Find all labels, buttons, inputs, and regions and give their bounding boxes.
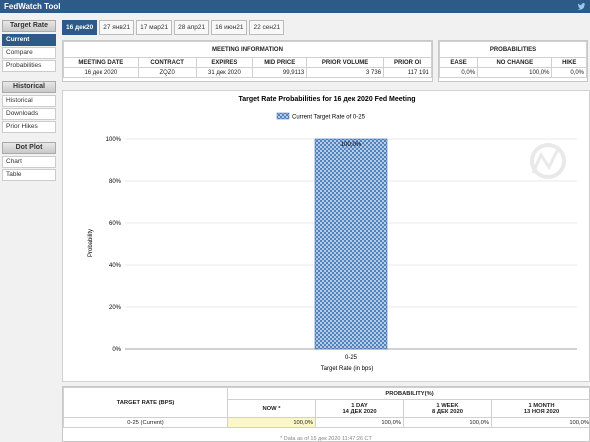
probability-history-panel: TARGET RATE (BPS) PROBABILITY(%) NOW * 1…: [62, 386, 590, 442]
col-prior-oi: PRIOR OI: [383, 57, 432, 68]
cell-contract: ZQZ0: [137, 67, 197, 78]
sidebar: Target Rate Current Compare Probabilitie…: [0, 18, 58, 182]
col-mid-price: MID PRICE: [252, 57, 308, 68]
cell-1-day: 100,0%: [315, 417, 404, 428]
y-tick-label: 60%: [109, 221, 122, 227]
y-tick-label: 40%: [109, 263, 122, 269]
sidebar-item-chart[interactable]: Chart: [2, 156, 56, 168]
meeting-tabs: 16 дек20 27 янв21 17 мар21 28 апр21 16 и…: [62, 20, 286, 35]
x-tick-label: 0-25: [345, 355, 358, 361]
col-1-month: 1 MONTH 13 НОЯ 2020: [491, 399, 590, 418]
meeting-info-panel: MEETING INFORMATION MEETING DATE CONTRAC…: [62, 40, 433, 82]
cell-now: 100,0%: [227, 417, 316, 428]
cell-expires: 31 дек 2020: [195, 67, 254, 78]
probability-header: PROBABILITY(%): [227, 387, 590, 400]
probabilities-panel: PROBABILITIES EASE NO CHANGE HIKE 0,0% 1…: [438, 40, 588, 82]
col-no-change: NO CHANGE: [477, 57, 553, 68]
cell-prior-volume: 3 736: [306, 67, 385, 78]
chart-title: Target Rate Probabilities for 16 дек 202…: [238, 96, 415, 103]
col-ease: EASE: [438, 57, 479, 68]
col-1-week: 1 WEEK 8 ДЕК 2020: [403, 399, 492, 418]
y-axis-label: Probability: [88, 229, 94, 257]
probabilities-table: PROBABILITIES EASE NO CHANGE HIKE 0,0% 1…: [438, 41, 587, 78]
data-footnote: * Data as of 15 дек 2020 11:47:26 CT: [280, 436, 372, 442]
bar[interactable]: [314, 138, 388, 350]
col-1-week-date: 8 ДЕК 2020: [432, 408, 463, 415]
bar-data-label: 100,0%: [341, 142, 362, 148]
cell-hike: 0,0%: [551, 67, 587, 78]
cell-no-change: 100,0%: [477, 67, 553, 78]
twitter-icon[interactable]: [577, 2, 586, 11]
watermark-logo: [530, 143, 566, 179]
tab-meeting-5[interactable]: 16 июн21: [211, 20, 248, 35]
y-tick-label: 20%: [109, 305, 122, 311]
table-row: 0-25 (Current) 100,0% 100,0% 100,0% 100,…: [63, 417, 590, 428]
sidebar-heading-dot-plot: Dot Plot: [2, 142, 56, 154]
title-bar: FedWatch Tool: [0, 0, 590, 13]
col-contract: CONTRACT: [137, 57, 197, 68]
col-target-rate: TARGET RATE (BPS): [63, 387, 228, 418]
sidebar-item-prior-hikes[interactable]: Prior Hikes: [2, 121, 56, 133]
cell-ease: 0,0%: [438, 67, 479, 78]
col-hike: HIKE: [551, 57, 587, 68]
sidebar-item-current[interactable]: Current: [2, 34, 56, 46]
y-tick-label: 100%: [106, 137, 122, 143]
legend-swatch: [276, 112, 290, 120]
sidebar-item-downloads[interactable]: Downloads: [2, 108, 56, 120]
meeting-info-caption: MEETING INFORMATION: [63, 41, 432, 58]
tab-meeting-1[interactable]: 16 дек20: [62, 20, 98, 35]
cell-1-month: 100,0%: [491, 417, 590, 428]
cell-meeting-date: 16 дек 2020: [63, 67, 139, 78]
sidebar-heading-target-rate: Target Rate: [2, 20, 56, 32]
col-now-label: NOW *: [262, 405, 281, 412]
col-prior-volume: PRIOR VOLUME: [306, 57, 385, 68]
sidebar-item-compare[interactable]: Compare: [2, 47, 56, 59]
table-row: 0,0% 100,0% 0,0%: [438, 67, 587, 78]
col-expires: EXPIRES: [195, 57, 254, 68]
meeting-info-table: MEETING INFORMATION MEETING DATE CONTRAC…: [63, 41, 432, 78]
y-tick-label: 80%: [109, 179, 122, 185]
chart-svg: Target Rate Probabilities for 16 дек 202…: [88, 96, 577, 372]
probabilities-caption: PROBABILITIES: [439, 41, 587, 58]
col-meeting-date: MEETING DATE: [63, 57, 139, 68]
legend-label: Current Target Rate of 0-25: [292, 115, 366, 121]
x-axis-label: Target Rate (in bps): [321, 366, 374, 372]
col-1-month-date: 13 НОЯ 2020: [523, 408, 560, 415]
sidebar-item-table[interactable]: Table: [2, 169, 56, 181]
tab-meeting-2[interactable]: 27 янв21: [99, 20, 135, 35]
col-now: NOW *: [227, 399, 316, 418]
cell-target-rate: 0-25 (Current): [63, 417, 228, 428]
cell-mid-price: 99,9113: [252, 67, 308, 78]
probability-history-table: TARGET RATE (BPS) PROBABILITY(%) NOW * 1…: [63, 387, 590, 428]
cell-1-week: 100,0%: [403, 417, 492, 428]
app-title: FedWatch Tool: [4, 2, 61, 11]
y-tick-label: 0%: [112, 347, 121, 353]
col-1-day: 1 DAY 14 ДЕК 2020: [315, 399, 404, 418]
sidebar-item-probabilities[interactable]: Probabilities: [2, 60, 56, 72]
tab-meeting-3[interactable]: 17 мар21: [136, 20, 173, 35]
tab-meeting-4[interactable]: 28 апр21: [174, 20, 210, 35]
sidebar-heading-historical: Historical: [2, 81, 56, 93]
probability-chart: Target Rate Probabilities for 16 дек 202…: [62, 90, 590, 382]
table-row: 16 дек 2020 ZQZ0 31 дек 2020 99,9113 3 7…: [63, 67, 432, 78]
cell-prior-oi: 117 191: [383, 67, 432, 78]
sidebar-item-historical[interactable]: Historical: [2, 95, 56, 107]
col-1-day-date: 14 ДЕК 2020: [342, 408, 377, 415]
tab-meeting-6[interactable]: 22 сен21: [249, 20, 285, 35]
chart-bars: 100,0% 0-25: [314, 138, 388, 361]
